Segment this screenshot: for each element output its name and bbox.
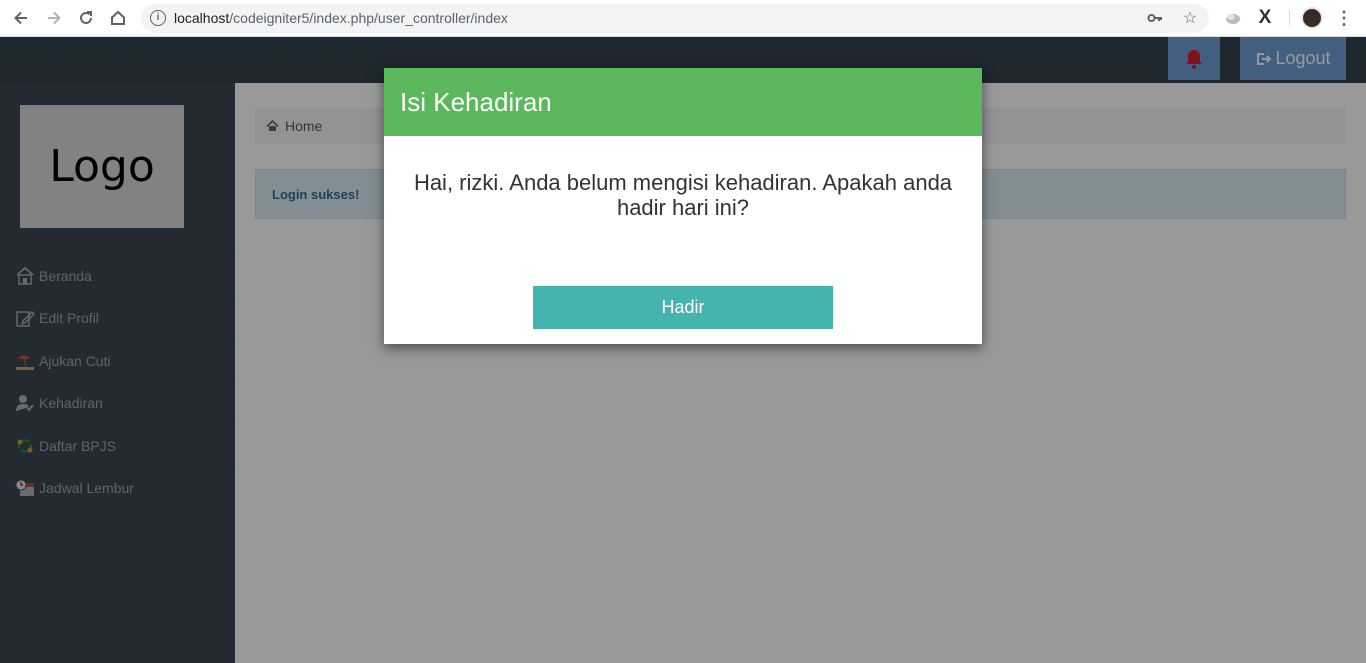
extension-icon[interactable] [1222,7,1244,29]
url-text[interactable]: localhost/codeigniter5/index.php/user_co… [174,10,508,26]
toolbar-divider [1289,10,1290,27]
modal-title: Isi Kehadiran [384,68,982,136]
url-path: /codeigniter5/index.php/user_controller/… [229,10,508,26]
back-icon[interactable] [9,6,33,30]
key-icon[interactable] [1145,8,1165,28]
reload-icon[interactable] [74,6,98,30]
star-icon[interactable]: ☆ [1180,8,1200,28]
address-bar[interactable]: i localhost/codeigniter5/index.php/user_… [141,4,1209,33]
menu-icon[interactable]: ⋮ [1333,7,1355,29]
home-icon[interactable] [106,6,130,30]
info-icon[interactable]: i [150,10,166,26]
attendance-modal: Isi Kehadiran Hai, rizki. Anda belum men… [384,68,982,344]
url-host: localhost [174,10,230,26]
forward-icon[interactable] [42,6,66,30]
hadir-button[interactable]: Hadir [533,286,833,329]
x-extension-icon[interactable]: X [1254,7,1276,29]
modal-message: Hai, rizki. Anda belum mengisi kehadiran… [413,170,953,220]
profile-avatar[interactable] [1301,7,1323,29]
browser-toolbar: i localhost/codeigniter5/index.php/user_… [0,0,1366,37]
